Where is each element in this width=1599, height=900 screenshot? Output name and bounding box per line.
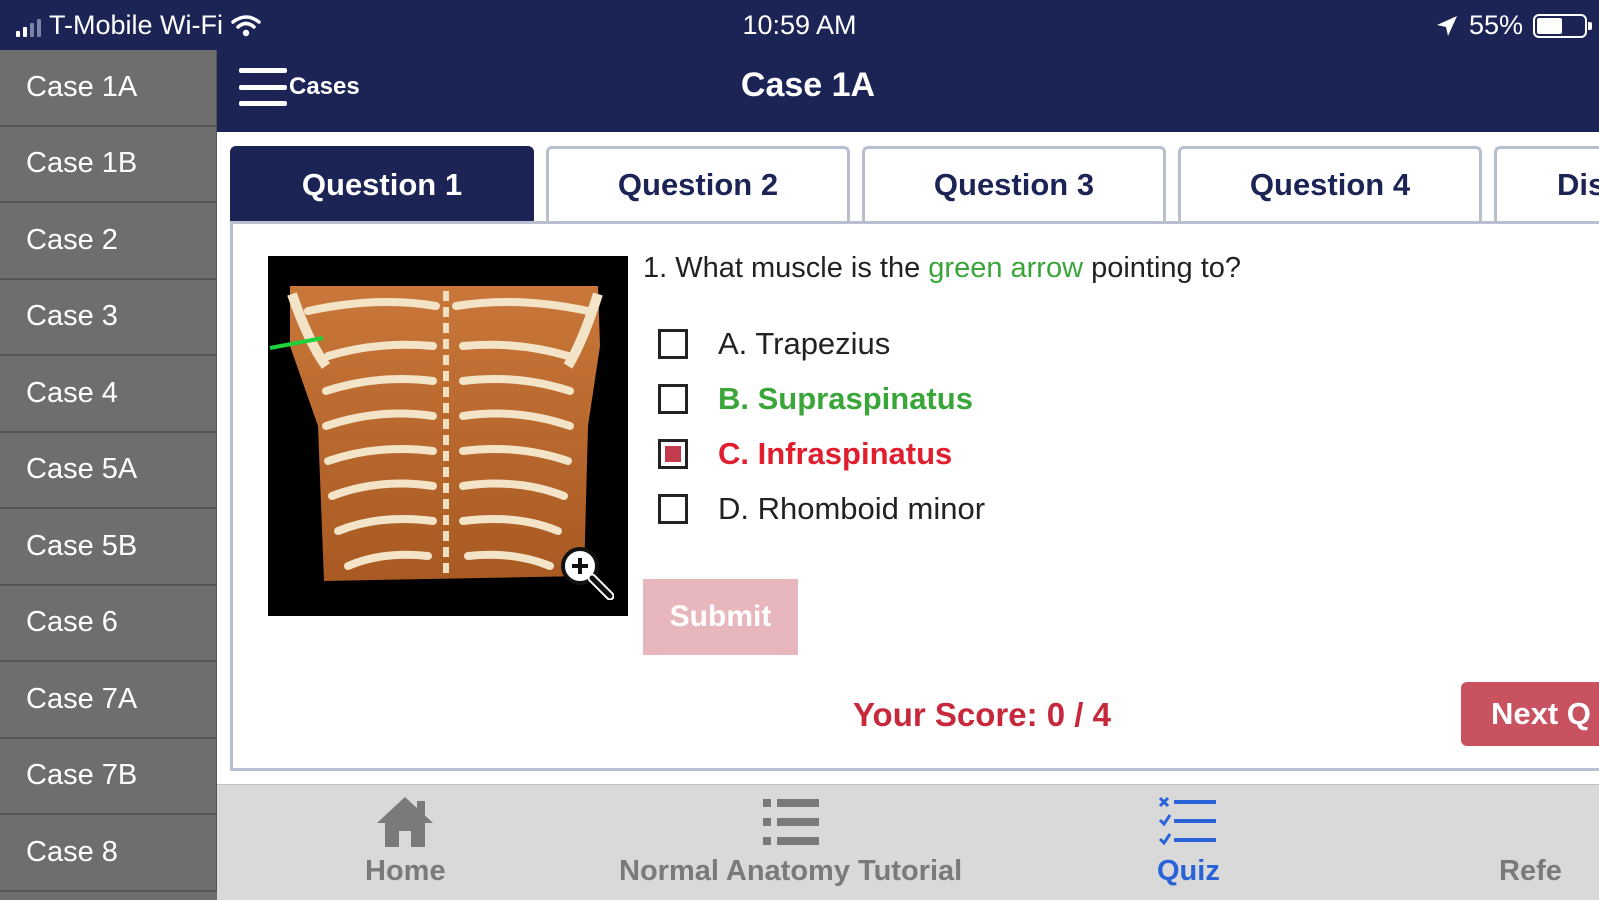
- question-suffix: pointing to?: [1083, 252, 1242, 284]
- answer-label: A. Trapezius: [718, 325, 891, 361]
- sidebar-item-case-5a[interactable]: Case 5A: [0, 432, 217, 509]
- tab-question-2[interactable]: Question 2: [546, 146, 850, 221]
- answer-option-c[interactable]: C. Infraspinatus: [658, 426, 985, 481]
- tabbar-label: Refe: [1499, 855, 1562, 887]
- sidebar-item-case-1b[interactable]: Case 1B: [0, 126, 217, 203]
- tabbar-label: Normal Anatomy Tutorial: [619, 855, 963, 887]
- tabbar-references[interactable]: Refe: [1499, 795, 1562, 888]
- sidebar-item-case-2[interactable]: Case 2: [0, 203, 217, 280]
- tabbar-label: Quiz: [1157, 855, 1220, 887]
- tabbar-home[interactable]: Home: [365, 795, 446, 888]
- tab-question-1[interactable]: Question 1: [230, 146, 534, 221]
- checkbox[interactable]: [658, 383, 688, 414]
- answer-list: A. Trapezius B. Supraspinatus C. Infrasp…: [658, 316, 985, 536]
- question-panel: 1. What muscle is the green arrow pointi…: [230, 221, 1599, 771]
- answer-label: C. Infraspinatus: [718, 435, 953, 471]
- sidebar-item-case-6[interactable]: Case 6: [0, 585, 217, 662]
- ct-image[interactable]: [268, 256, 628, 616]
- top-navbar: Cases Case 1A: [217, 50, 1599, 132]
- tab-question-3[interactable]: Question 3: [862, 146, 1166, 221]
- sidebar-item-case-7a[interactable]: Case 7A: [0, 662, 217, 739]
- answer-option-a[interactable]: A. Trapezius: [658, 316, 985, 371]
- score-text: Your Score: 0 / 4: [853, 696, 1111, 733]
- sidebar-item-case-8[interactable]: Case 8: [0, 815, 217, 892]
- tabbar-label: Home: [365, 855, 446, 887]
- case-sidebar: Case 1A Case 1B Case 2 Case 3 Case 4 Cas…: [0, 50, 217, 900]
- question-prefix: 1. What muscle is the: [643, 252, 929, 284]
- next-question-button[interactable]: Next Q: [1461, 682, 1599, 746]
- book-icon: [1499, 795, 1559, 849]
- tabbar-normal-anatomy-tutorial[interactable]: Normal Anatomy Tutorial: [619, 795, 962, 888]
- checkbox[interactable]: [658, 493, 688, 524]
- submit-button[interactable]: Submit: [643, 579, 798, 655]
- tabbar-quiz[interactable]: Quiz: [1157, 795, 1220, 888]
- answer-option-d[interactable]: D. Rhomboid minor: [658, 481, 985, 536]
- checkbox-checked[interactable]: [658, 438, 688, 469]
- sidebar-item-case-3[interactable]: Case 3: [0, 279, 217, 356]
- answer-option-b[interactable]: B. Supraspinatus: [658, 371, 985, 426]
- battery-icon: [1533, 13, 1592, 38]
- tab-question-4[interactable]: Question 4: [1178, 146, 1482, 221]
- quiz-content: Question 1 Question 2 Question 3 Questio…: [217, 132, 1599, 784]
- answer-label: B. Supraspinatus: [718, 380, 973, 416]
- list-icon: [762, 799, 819, 845]
- sidebar-item-case-5b[interactable]: Case 5B: [0, 509, 217, 586]
- home-icon: [377, 797, 434, 847]
- sidebar-item-case-4[interactable]: Case 4: [0, 356, 217, 433]
- checkbox[interactable]: [658, 328, 688, 359]
- tab-discussion[interactable]: Dis: [1494, 146, 1599, 221]
- location-icon: [1436, 15, 1457, 36]
- question-highlight: green arrow: [928, 252, 1084, 284]
- bottom-tab-bar: Home Normal Anatomy Tutorial Quiz Refe: [217, 784, 1599, 900]
- clock: 10:59 AM: [742, 10, 857, 40]
- battery-percent: 55%: [1468, 10, 1523, 40]
- answer-label: D. Rhomboid minor: [718, 490, 986, 526]
- question-tabs: Question 1 Question 2 Question 3 Questio…: [230, 146, 1599, 221]
- page-title: Case 1A: [740, 66, 876, 104]
- sidebar-item-case-7b[interactable]: Case 7B: [0, 738, 217, 815]
- zoom-in-icon[interactable]: [558, 544, 614, 600]
- quiz-checklist-icon: [1159, 796, 1217, 846]
- question-text: 1. What muscle is the green arrow pointi…: [643, 252, 1241, 285]
- status-bar: T-Mobile Wi-Fi 10:59 AM 55%: [0, 0, 1599, 50]
